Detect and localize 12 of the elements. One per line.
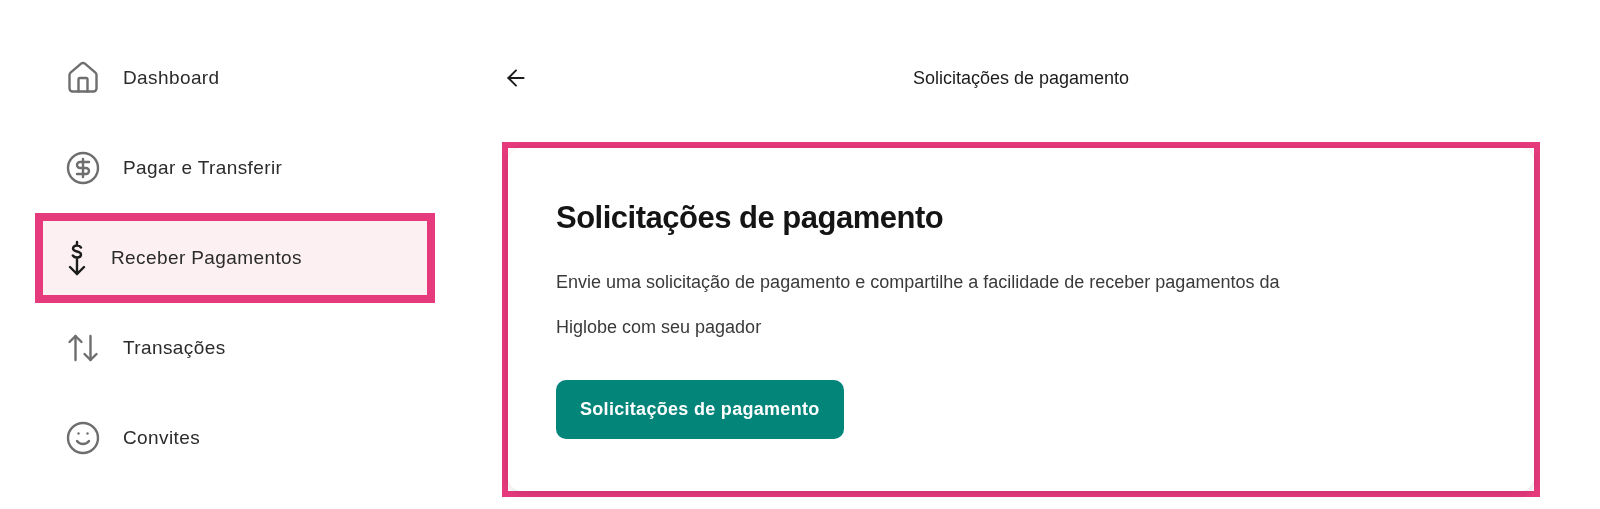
page-title: Solicitações de pagamento (912, 67, 1130, 90)
dollar-circle-icon (65, 150, 101, 186)
home-icon (65, 60, 101, 96)
sidebar-item[interactable]: Receber Pagamentos (35, 213, 435, 303)
sidebar-item[interactable]: Pagar e Transferir (35, 123, 435, 213)
sidebar-item[interactable]: Convites (35, 393, 435, 483)
sidebar-item[interactable]: Transações (35, 303, 435, 393)
card-title: Solicitações de pagamento (556, 200, 944, 236)
payment-request-button[interactable]: Solicitações de pagamento (556, 380, 844, 439)
sidebar-item[interactable]: Dashboard (35, 33, 435, 123)
smile-icon (65, 420, 101, 456)
card-description: Envie uma solicitação de pagamento e compartilhe a facilidade de receber pagamentos da Higlobe com seu pagador (556, 271, 1281, 339)
